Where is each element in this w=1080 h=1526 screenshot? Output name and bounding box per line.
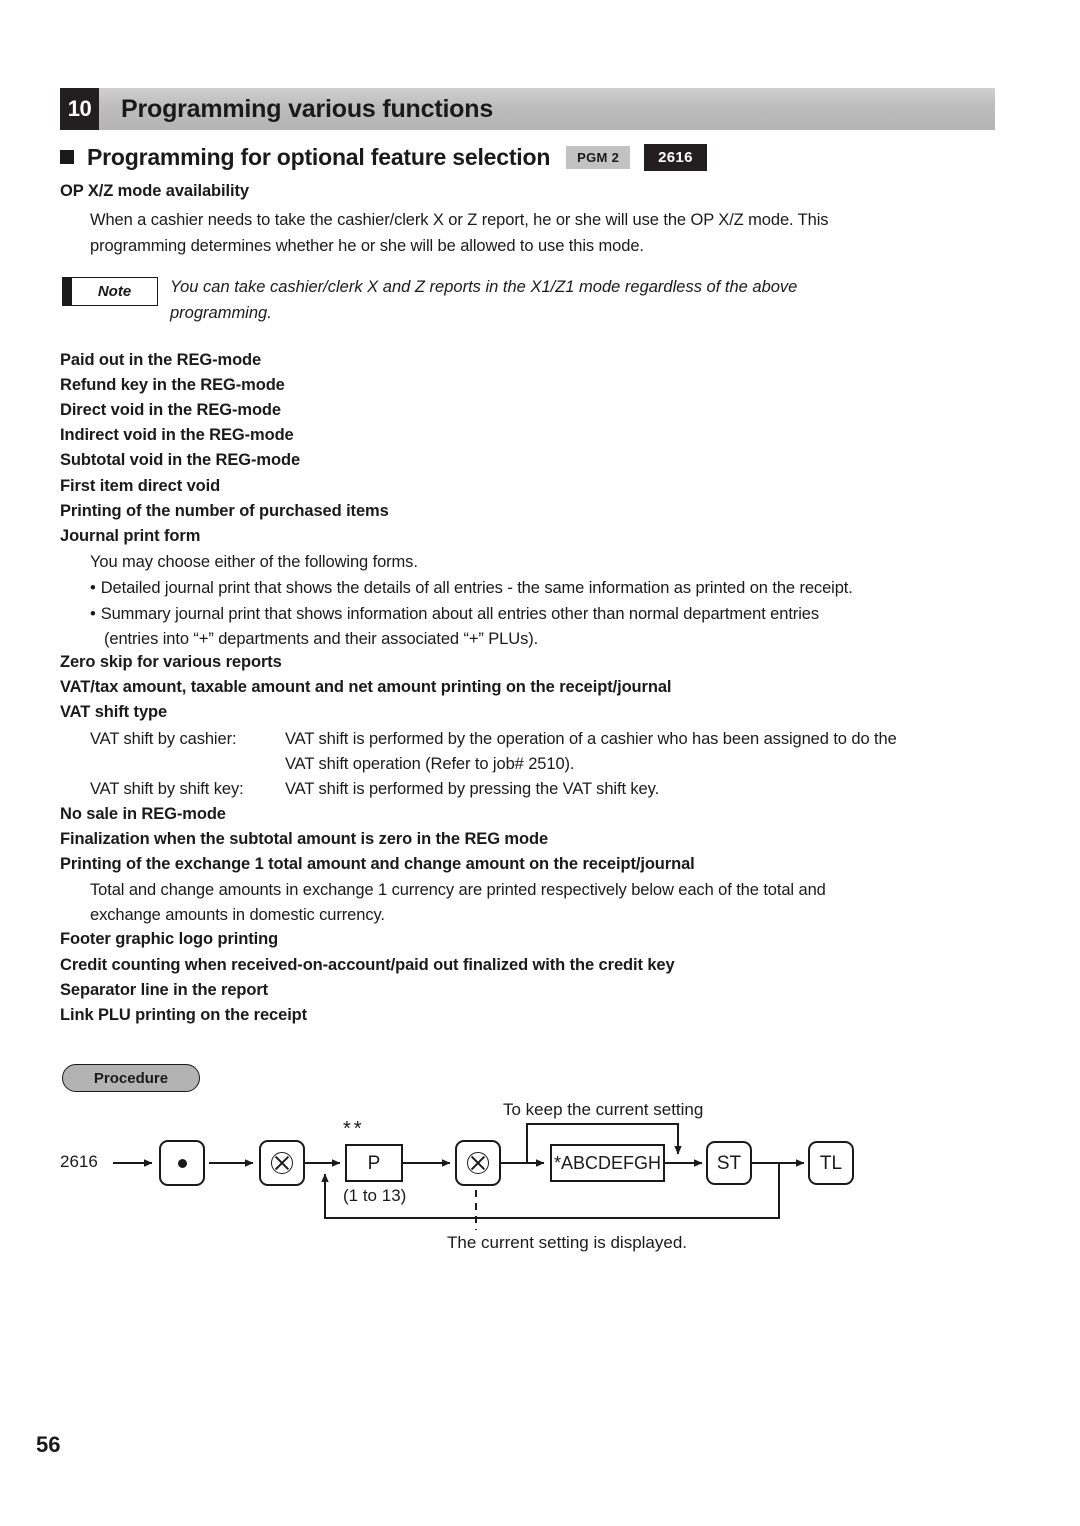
setting-value-label: *ABCDEFGH — [553, 1153, 661, 1173]
paragraph-op-xz-line1: When a cashier needs to take the cashier… — [90, 211, 829, 229]
key-total-label: TL — [819, 1152, 843, 1174]
key-multiply-1[interactable] — [259, 1140, 305, 1186]
note-label: Note — [97, 283, 132, 300]
key-total[interactable]: TL — [808, 1141, 854, 1185]
setting-value-box[interactable]: *ABCDEFGH — [550, 1144, 665, 1182]
journal-bullet-2-text: Summary journal print that shows informa… — [100, 605, 819, 623]
manual-page: 10 Programming various functions Program… — [0, 0, 1080, 1526]
heading-no-sale: No sale in REG-mode — [60, 805, 226, 823]
journal-intro-text: You may choose either of the following f… — [90, 553, 418, 571]
note-line-1: You can take cashier/clerk X and Z repor… — [170, 278, 798, 296]
bullet-dot-icon: • — [90, 579, 96, 597]
heading-printing-number-items: Printing of the number of purchased item… — [60, 502, 389, 520]
page-number: 56 — [36, 1432, 61, 1457]
heading-vat-tax-printing: VAT/tax amount, taxable amount and net a… — [60, 678, 672, 696]
heading-direct-void: Direct void in the REG-mode — [60, 401, 281, 419]
journal-bullet-1-text: Detailed journal print that shows the de… — [100, 579, 853, 597]
procedure-flow-diagram: 2616 ** (1 to 13) To keep the current se… — [0, 1090, 1080, 1260]
vat-row-1-desc-line2: VAT shift operation (Refer to job# 2510)… — [285, 755, 575, 773]
note-line-2: programming. — [170, 304, 272, 322]
heading-subtotal-void: Subtotal void in the REG-mode — [60, 451, 301, 469]
journal-bullet-2-continued: (entries into “+” departments and their … — [104, 630, 539, 648]
diagram-current-setting-label: The current setting is displayed. — [447, 1233, 688, 1252]
dot-icon — [177, 1158, 187, 1168]
journal-bullet-1: • Detailed journal print that shows the d… — [90, 579, 853, 598]
exchange-text-line1: Total and change amounts in exchange 1 c… — [90, 881, 826, 899]
multiply-circle-icon — [467, 1152, 489, 1174]
mode-badge: PGM 2 — [566, 145, 631, 169]
diagram-param-asterisks: ** — [343, 1118, 365, 1140]
procedure-badge: Procedure — [62, 1064, 200, 1092]
param-entry-label: P — [367, 1152, 381, 1174]
heading-vat-shift-type: VAT shift type — [60, 703, 168, 721]
heading-link-plu-printing: Link PLU printing on the receipt — [60, 1006, 308, 1024]
key-decimal-point[interactable] — [159, 1140, 205, 1186]
multiply-circle-icon — [271, 1152, 293, 1174]
heading-footer-graphic-logo: Footer graphic logo printing — [60, 930, 279, 948]
heading-journal-print-form: Journal print form — [60, 527, 201, 545]
diagram-start-code: 2616 — [60, 1152, 98, 1171]
section-title: Programming for optional feature selecti… — [87, 143, 551, 170]
heading-separator-line: Separator line in the report — [60, 981, 269, 999]
heading-exchange-1-printing: Printing of the exchange 1 total amount … — [60, 855, 695, 873]
heading-indirect-void: Indirect void in the REG-mode — [60, 426, 294, 444]
heading-first-item-direct-void: First item direct void — [60, 477, 221, 495]
bullet-dot-icon: • — [90, 605, 96, 623]
heading-paid-out: Paid out in the REG-mode — [60, 351, 262, 369]
key-multiply-2[interactable] — [455, 1140, 501, 1186]
note-tag: Note — [62, 277, 158, 306]
vat-row-2-label: VAT shift by shift key: — [90, 780, 244, 798]
diagram-param-range: (1 to 13) — [343, 1186, 407, 1205]
paragraph-op-xz-line2: programming determines whether he or she… — [90, 237, 644, 255]
key-subtotal-label: ST — [716, 1152, 742, 1174]
heading-finalization-subtotal-zero: Finalization when the subtotal amount is… — [60, 830, 549, 848]
vat-row-1-label: VAT shift by cashier: — [90, 730, 237, 748]
param-entry-box[interactable]: P — [345, 1144, 403, 1182]
chapter-header: 10 Programming various functions — [60, 88, 995, 130]
diagram-keep-setting-label: To keep the current setting — [503, 1100, 704, 1119]
heading-credit-counting: Credit counting when received-on-account… — [60, 956, 675, 974]
key-subtotal[interactable]: ST — [706, 1141, 752, 1185]
note-block: Note You can take cashier/clerk X and Z … — [62, 277, 1012, 339]
journal-bullet-2: • Summary journal print that shows inform… — [90, 605, 819, 624]
job-code-badge: 2616 — [644, 143, 707, 171]
exchange-text-line2: exchange amounts in domestic currency. — [90, 906, 385, 924]
note-text: You can take cashier/clerk X and Z repor… — [170, 274, 797, 326]
heading-refund-key: Refund key in the REG-mode — [60, 376, 285, 394]
square-bullet-icon — [60, 150, 74, 164]
vat-row-1-desc-line1: VAT shift is performed by the operation … — [285, 730, 897, 748]
section-header: Programming for optional feature selecti… — [60, 140, 1020, 174]
heading-zero-skip: Zero skip for various reports — [60, 653, 282, 671]
vat-row-2-desc-line1: VAT shift is performed by pressing the V… — [285, 780, 660, 798]
chapter-title: Programming various functions — [121, 94, 494, 123]
heading-op-xz-availability: OP X/Z mode availability — [60, 182, 249, 200]
chapter-number-badge: 10 — [60, 88, 99, 130]
